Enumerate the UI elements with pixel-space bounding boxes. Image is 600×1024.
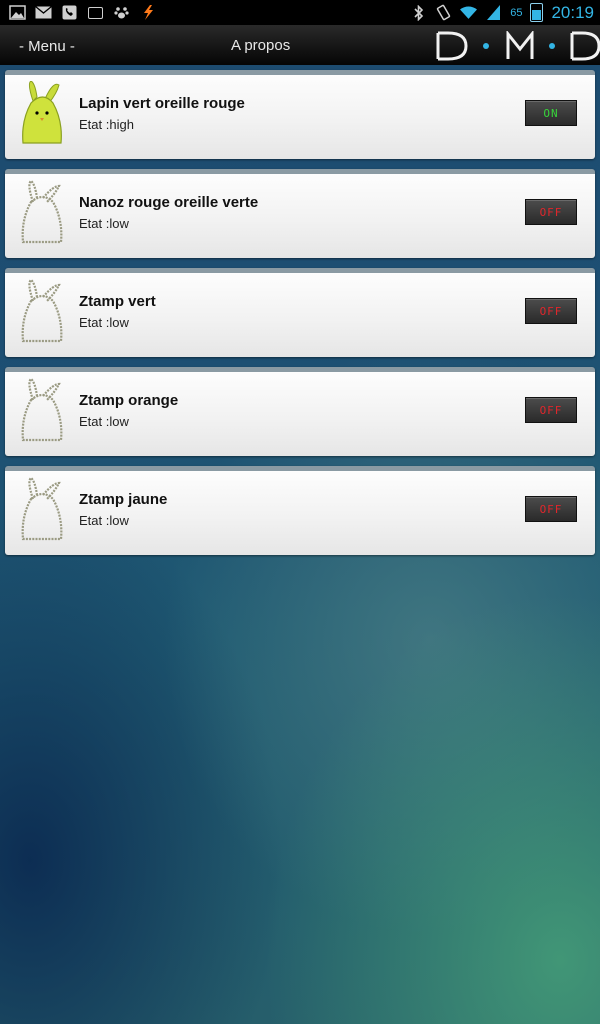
- device-state: Etat :high: [79, 117, 134, 132]
- device-state: Etat :low: [79, 216, 129, 231]
- toggle-button[interactable]: ON: [525, 100, 577, 126]
- action-bar: - Menu - A propos: [0, 25, 600, 65]
- calendar-icon: [87, 5, 104, 20]
- dmd-logo: [436, 31, 600, 61]
- list-item[interactable]: Nanoz rouge oreille verte Etat :low OFF: [5, 169, 595, 258]
- system-icons: 65 20:19: [410, 3, 600, 23]
- notification-icons: [0, 5, 156, 20]
- toggle-button[interactable]: OFF: [525, 298, 577, 324]
- list-item[interactable]: Ztamp orange Etat :low OFF: [5, 367, 595, 456]
- toggle-button[interactable]: OFF: [525, 199, 577, 225]
- wifi-icon: [460, 5, 478, 20]
- status-bar: 65 20:19: [0, 0, 600, 25]
- toggle-button[interactable]: OFF: [525, 397, 577, 423]
- bunny-outline-icon: [21, 477, 63, 541]
- device-list: Lapin vert oreille rouge Etat :high ON N…: [5, 70, 595, 565]
- phone-icon: [61, 5, 78, 20]
- bunny-outline-icon: [21, 279, 63, 343]
- device-name: Ztamp vert: [79, 293, 156, 310]
- list-item[interactable]: Lapin vert oreille rouge Etat :high ON: [5, 70, 595, 159]
- list-item[interactable]: Ztamp vert Etat :low OFF: [5, 268, 595, 357]
- gallery-icon: [9, 5, 26, 20]
- device-state: Etat :low: [79, 315, 129, 330]
- list-item[interactable]: Ztamp jaune Etat :low OFF: [5, 466, 595, 555]
- device-name: Nanoz rouge oreille verte: [79, 194, 259, 211]
- toggle-button[interactable]: OFF: [525, 496, 577, 522]
- bunny-icon: [22, 81, 62, 144]
- page-title: A propos: [231, 37, 291, 54]
- paw-icon: [113, 5, 130, 20]
- battery-level: 65: [510, 6, 523, 19]
- signal-icon: [485, 5, 502, 20]
- flash-icon: [139, 5, 156, 20]
- device-state: Etat :low: [79, 414, 129, 429]
- device-name: Ztamp jaune: [79, 491, 168, 508]
- battery-icon: [530, 3, 544, 22]
- device-name: Ztamp orange: [79, 392, 179, 409]
- clock: 20:19: [551, 2, 594, 22]
- mail-icon: [35, 5, 52, 20]
- rotation-icon: [435, 4, 452, 21]
- bunny-outline-icon: [21, 378, 63, 442]
- device-name: Lapin vert oreille rouge: [79, 95, 245, 112]
- bluetooth-icon: [410, 4, 427, 21]
- device-state: Etat :low: [79, 513, 129, 528]
- bunny-outline-icon: [21, 180, 63, 244]
- menu-button[interactable]: - Menu -: [19, 38, 75, 55]
